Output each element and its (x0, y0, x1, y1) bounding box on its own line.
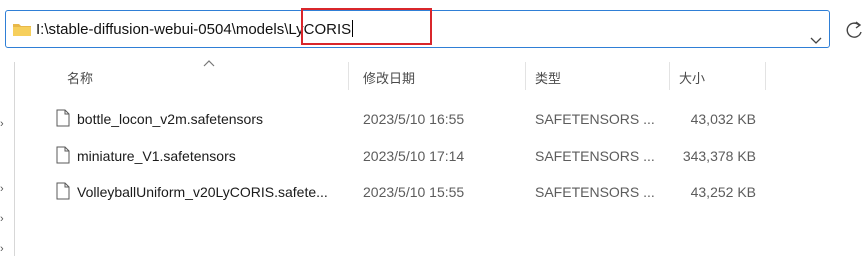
file-name: bottle_locon_v2m.safetensors (77, 111, 263, 127)
file-date: 2023/5/10 15:55 (363, 184, 465, 200)
address-bar[interactable]: I:\stable-diffusion-webui-0504\models\Ly… (5, 10, 830, 48)
folder-icon (13, 24, 31, 36)
file-row[interactable]: bottle_locon_v2m.safetensors 2023/5/10 1… (40, 104, 780, 134)
column-divider[interactable] (765, 62, 766, 90)
file-type: SAFETENSORS ... (535, 184, 655, 200)
navigation-pane[interactable]: › › › › (0, 58, 14, 256)
path-prefix: I:\stable-diffusion-webui-0504\models\ (36, 21, 289, 38)
file-name: VolleyballUniform_v20LyCORIS.safete... (77, 184, 328, 200)
column-header-type[interactable]: 类型 (535, 68, 561, 90)
file-date: 2023/5/10 17:14 (363, 148, 465, 164)
sort-ascending-icon (203, 60, 215, 67)
file-type: SAFETENSORS ... (535, 148, 655, 164)
address-path[interactable]: I:\stable-diffusion-webui-0504\models\Ly… (36, 20, 354, 40)
file-size: 43,032 KB (690, 111, 756, 127)
file-size: 343,378 KB (682, 148, 756, 164)
file-size: 43,252 KB (690, 184, 756, 200)
file-row[interactable]: VolleyballUniform_v20LyCORIS.safete... 2… (40, 177, 780, 207)
pane-divider[interactable] (14, 62, 15, 256)
column-divider[interactable] (525, 62, 526, 90)
column-header-name[interactable]: 名称 (67, 68, 93, 90)
column-divider[interactable] (669, 62, 670, 90)
chevron-down-icon[interactable] (806, 33, 826, 49)
address-bar-row: I:\stable-diffusion-webui-0504\models\Ly… (0, 0, 865, 58)
file-icon (56, 146, 70, 164)
file-name: miniature_V1.safetensors (77, 148, 236, 164)
nav-chevron-icon[interactable]: › (0, 183, 4, 195)
column-header-size[interactable]: 大小 (679, 68, 705, 90)
text-cursor (352, 20, 354, 37)
file-type: SAFETENSORS ... (535, 111, 655, 127)
file-icon (56, 182, 70, 200)
collapse-arrow-icon[interactable]: › (0, 118, 4, 130)
file-row[interactable]: miniature_V1.safetensors 2023/5/10 17:14… (40, 141, 780, 171)
file-icon (56, 109, 70, 127)
column-header-date[interactable]: 修改日期 (363, 68, 415, 90)
refresh-icon[interactable] (843, 16, 865, 42)
column-divider[interactable] (348, 62, 349, 90)
nav-chevron-icon[interactable]: › (0, 243, 4, 255)
path-typed-segment: LyCORIS (288, 21, 352, 38)
nav-chevron-icon[interactable]: › (0, 213, 4, 225)
file-date: 2023/5/10 16:55 (363, 111, 465, 127)
